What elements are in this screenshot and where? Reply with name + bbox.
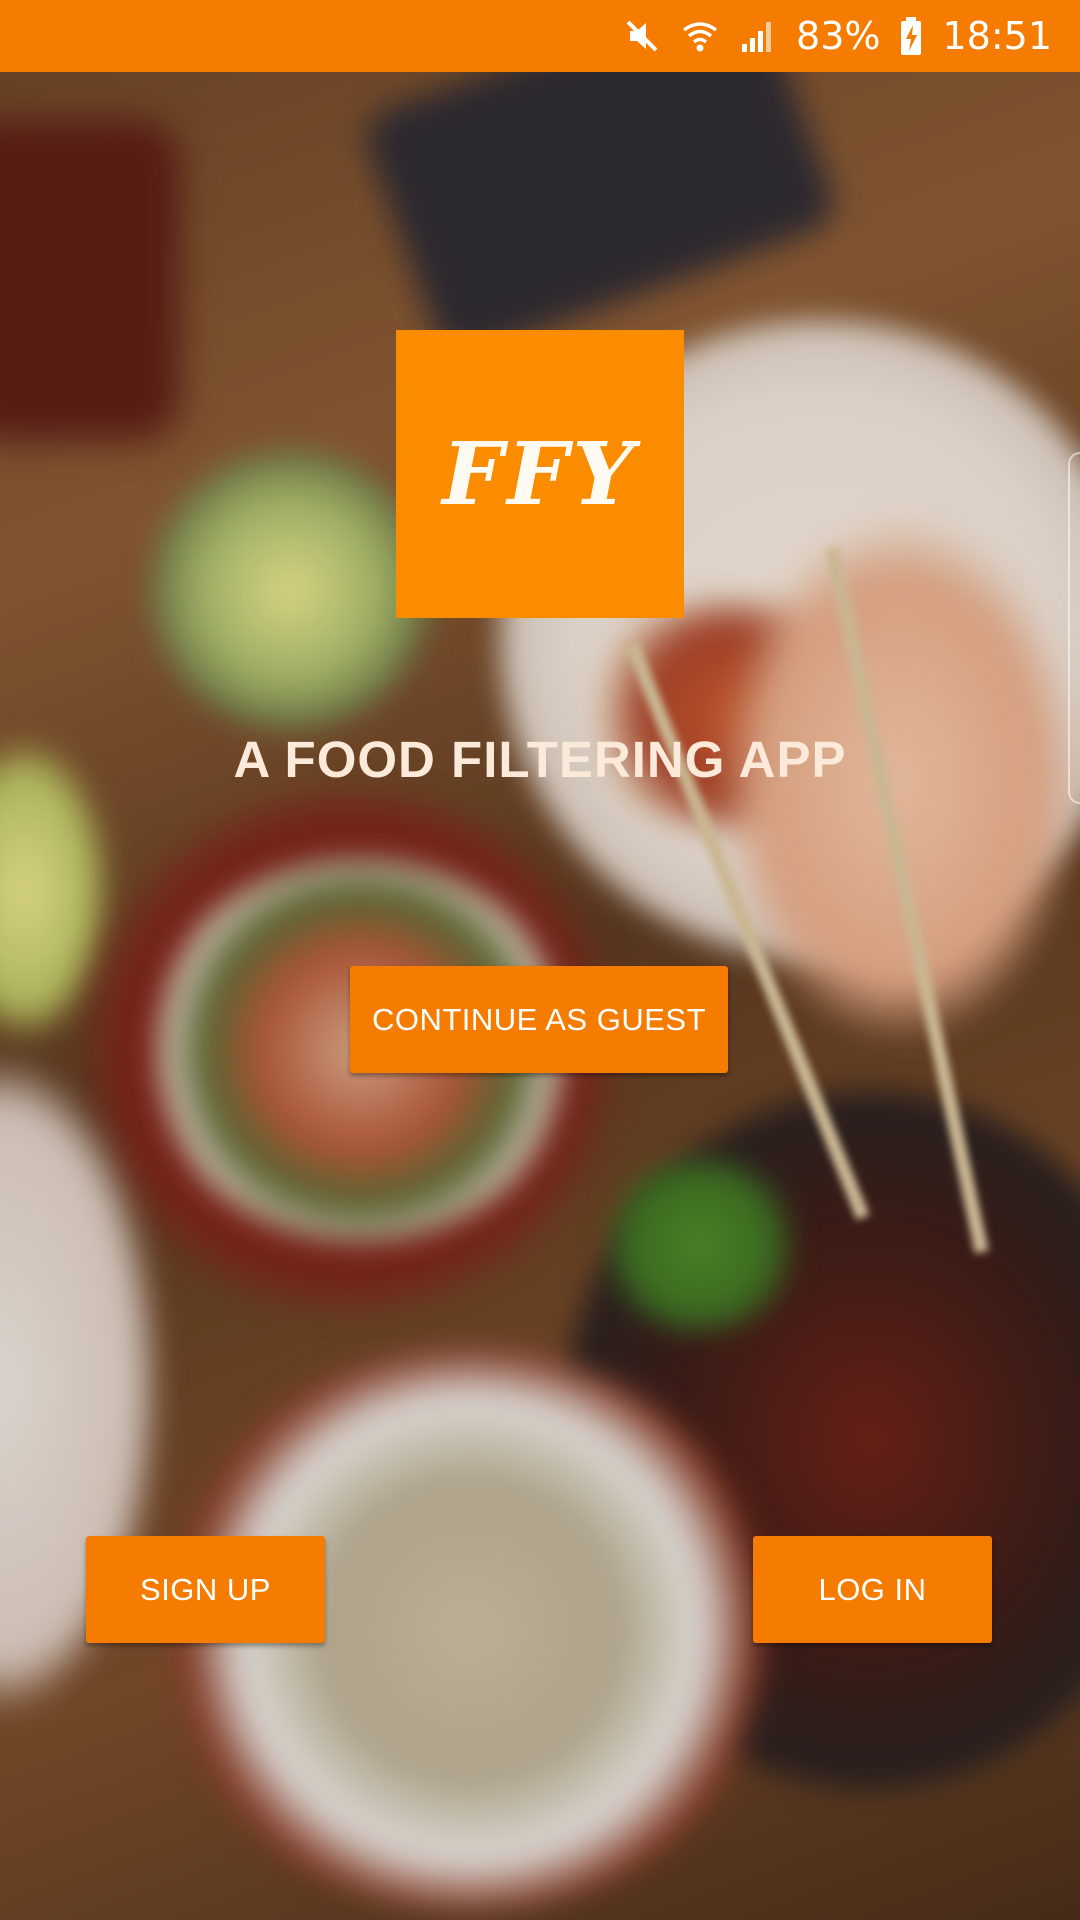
app-logo: FFY [396, 330, 684, 618]
clock: 18:51 [942, 14, 1052, 58]
app-tagline: A FOOD FILTERING APP [233, 731, 847, 788]
signal-icon [738, 16, 778, 56]
wifi-icon [680, 16, 720, 56]
sign-up-button[interactable]: SIGN UP [86, 1536, 325, 1643]
continue-as-guest-button[interactable]: CONTINUE AS GUEST [350, 966, 728, 1073]
mute-icon [622, 16, 662, 56]
logo-text: FFY [442, 423, 638, 525]
edge-panel-handle[interactable] [1068, 452, 1080, 804]
battery-percentage: 83% [796, 14, 881, 58]
status-bar: 83% 18:51 [0, 0, 1080, 72]
battery-charging-icon [898, 15, 924, 57]
log-in-button[interactable]: LOG IN [753, 1536, 992, 1643]
